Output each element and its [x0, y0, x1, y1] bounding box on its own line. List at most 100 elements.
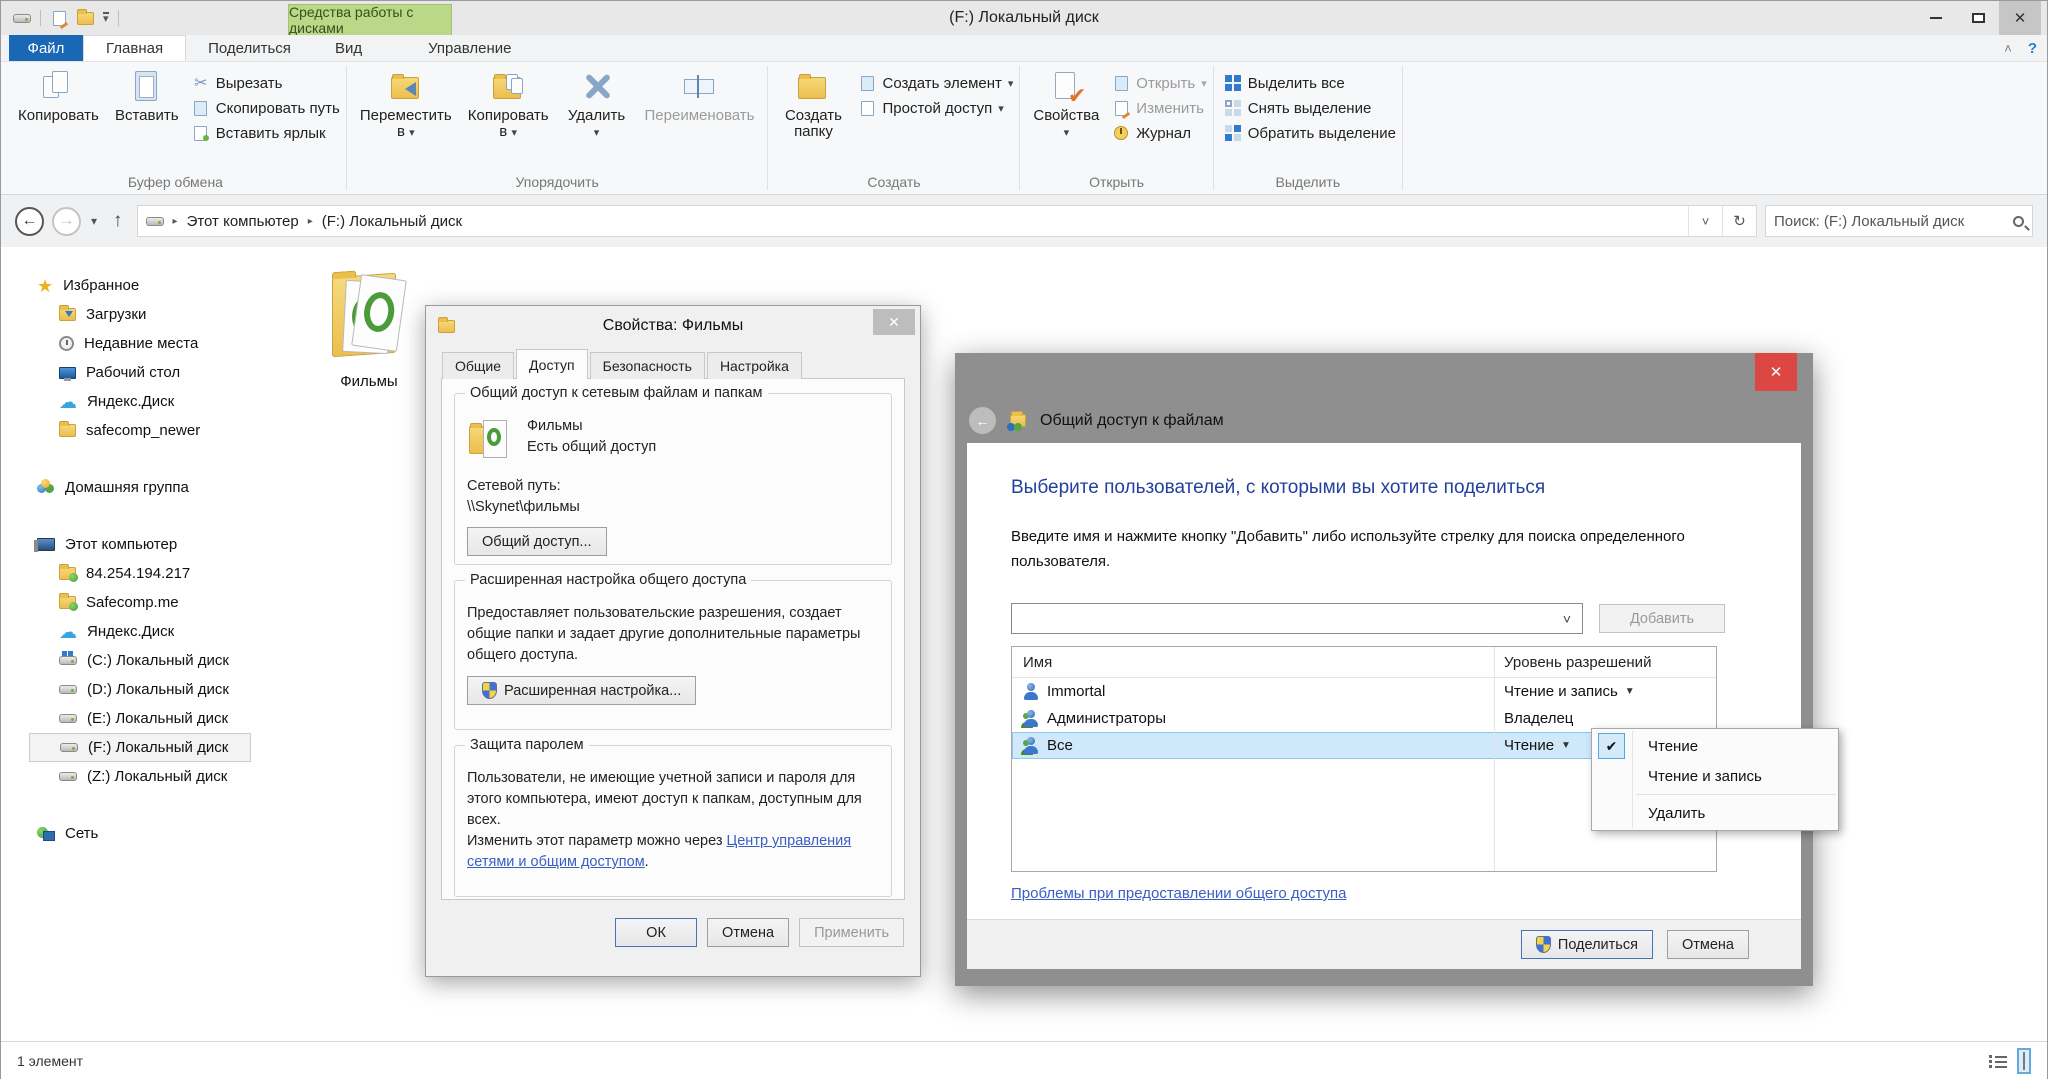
- minimize-button[interactable]: [1915, 1, 1957, 35]
- sidebar-item-downloads[interactable]: Загрузки: [1, 300, 259, 329]
- titlebar: ▾ Средства работы с дисками (F:) Локальн…: [1, 1, 2047, 35]
- easy-access-button[interactable]: Простой доступ ▾: [858, 97, 1013, 119]
- copy-button[interactable]: Копировать: [11, 64, 106, 124]
- select-none-button[interactable]: Снять выделение: [1224, 97, 1396, 119]
- permission-dropdown-icon[interactable]: ▼: [1561, 740, 1571, 751]
- details-view-icon[interactable]: [1989, 1054, 2007, 1068]
- ribbon-group-select: Выделить все Снять выделение Обратить вы…: [1214, 62, 1402, 194]
- sidebar-item-desktop[interactable]: Рабочий стол: [1, 358, 259, 387]
- tab-customize[interactable]: Настройка: [707, 352, 802, 379]
- rename-button[interactable]: Переименовать: [638, 64, 762, 124]
- share-button[interactable]: Общий доступ...: [467, 527, 607, 556]
- open-button[interactable]: Открыть ▾: [1112, 72, 1206, 94]
- address-dropdown-icon[interactable]: ˅: [1688, 206, 1722, 236]
- apply-button[interactable]: Применить: [799, 918, 904, 947]
- tab-home[interactable]: Главная: [83, 35, 186, 61]
- search-input[interactable]: [1774, 213, 2013, 230]
- sidebar-item-ip-84-254-194-217[interactable]: 84.254.194.217: [1, 559, 259, 588]
- sidebar-item-network[interactable]: Сеть: [1, 819, 259, 848]
- edit-button[interactable]: Изменить: [1112, 97, 1206, 119]
- change-setting-prefix: Изменить этот параметр можно через: [467, 833, 727, 849]
- cancel-button[interactable]: Отмена: [707, 918, 789, 947]
- sharing-close-button[interactable]: ✕: [1755, 353, 1797, 391]
- sidebar-item-this-pc[interactable]: Этот компьютер: [1, 530, 259, 559]
- sidebar-item-safecomp-me[interactable]: Safecomp.me: [1, 588, 259, 617]
- sharing-cancel-button[interactable]: Отмена: [1667, 930, 1749, 959]
- back-icon[interactable]: ←: [969, 407, 996, 434]
- column-name: Имя: [1012, 654, 1494, 671]
- copy-to-button[interactable]: Копировать в ▾: [461, 64, 556, 141]
- tab-share[interactable]: Поделиться: [186, 35, 313, 61]
- recent-pages-icon[interactable]: ▾: [91, 214, 97, 228]
- ok-button[interactable]: ОК: [615, 918, 697, 947]
- add-button[interactable]: Добавить: [1599, 604, 1725, 633]
- drive-icon: [59, 772, 77, 781]
- combobox-dropdown-icon[interactable]: ˅: [1552, 604, 1582, 633]
- properties-qat-icon[interactable]: [50, 9, 68, 27]
- forward-button[interactable]: →: [52, 207, 81, 236]
- user-combobox-input[interactable]: [1012, 604, 1552, 633]
- close-button[interactable]: ✕: [1999, 1, 2041, 35]
- file-sharing-icon: [1007, 411, 1029, 431]
- menu-item-remove[interactable]: Удалить: [1592, 798, 1838, 828]
- tab-sharing[interactable]: Доступ: [516, 349, 588, 379]
- movies-folder-icon: [326, 265, 412, 369]
- password-protection-text: Пользователи, не имеющие учетной записи …: [467, 770, 862, 828]
- tab-manage[interactable]: Управление: [406, 35, 533, 61]
- copy-to-icon: [490, 69, 526, 103]
- qat-customize-icon[interactable]: ▾: [103, 12, 109, 24]
- permission-dropdown-icon[interactable]: ▼: [1625, 686, 1635, 697]
- cut-button[interactable]: ✂ Вырезать: [192, 72, 340, 94]
- menu-item-read-write[interactable]: Чтение и запись: [1592, 761, 1838, 791]
- table-row-immortal[interactable]: Immortal Чтение и запись▼: [1012, 678, 1716, 705]
- breadcrumb-local-disk-f[interactable]: (F:) Локальный диск: [322, 213, 462, 230]
- up-button[interactable]: ↑: [113, 210, 123, 232]
- new-folder-button[interactable]: Создать папку: [774, 64, 852, 139]
- sidebar-item-disk-d[interactable]: (D:) Локальный диск: [1, 675, 259, 704]
- tab-file[interactable]: Файл: [9, 35, 83, 61]
- thumbnails-view-button[interactable]: [2017, 1048, 2031, 1074]
- properties-button[interactable]: ✔ Свойства ▾: [1026, 64, 1106, 141]
- tab-security[interactable]: Безопасность: [590, 352, 705, 379]
- collapse-ribbon-icon[interactable]: ˄: [2004, 41, 2012, 56]
- paste-shortcut-button[interactable]: Вставить ярлык: [192, 122, 340, 144]
- folder-item-films[interactable]: Фильмы: [299, 265, 439, 390]
- select-none-icon: [1224, 99, 1242, 117]
- history-button[interactable]: Журнал: [1112, 122, 1206, 144]
- folder-icon: [59, 424, 76, 437]
- movies-folder-mini-icon: [467, 416, 513, 464]
- advanced-sharing-button[interactable]: Расширенная настройка...: [467, 676, 696, 705]
- help-icon[interactable]: ?: [2028, 40, 2037, 57]
- copy-path-button[interactable]: Скопировать путь: [192, 97, 340, 119]
- search-icon[interactable]: [2013, 216, 2024, 227]
- address-bar[interactable]: ▸ Этот компьютер ▸ (F:) Локальный диск ˅…: [137, 205, 1757, 237]
- tab-general[interactable]: Общие: [442, 352, 514, 379]
- maximize-button[interactable]: [1957, 1, 1999, 35]
- sidebar-item-homegroup[interactable]: Домашняя группа: [1, 473, 259, 502]
- sidebar-item-disk-f[interactable]: (F:) Локальный диск: [29, 733, 251, 762]
- share-confirm-button[interactable]: Поделиться: [1521, 930, 1653, 959]
- sidebar-item-recent-places[interactable]: Недавние места: [1, 329, 259, 358]
- sidebar-item-disk-z[interactable]: (Z:) Локальный диск: [1, 762, 259, 791]
- new-item-button[interactable]: Создать элемент ▾: [858, 72, 1013, 94]
- invert-selection-button[interactable]: Обратить выделение: [1224, 122, 1396, 144]
- properties-close-button[interactable]: ✕: [873, 309, 915, 335]
- move-to-button[interactable]: Переместить в ▾: [353, 64, 459, 141]
- sharing-tab-page: Общий доступ к сетевым файлам и папкам Ф…: [441, 378, 905, 900]
- sidebar-item-yandex-disk[interactable]: ☁Яндекс.Диск: [1, 387, 259, 416]
- sidebar-item-favorites[interactable]: ★Избранное: [1, 271, 259, 300]
- refresh-icon[interactable]: ↻: [1722, 206, 1756, 236]
- tab-view[interactable]: Вид: [313, 35, 384, 61]
- select-all-button[interactable]: Выделить все: [1224, 72, 1396, 94]
- sidebar-item-disk-c[interactable]: (C:) Локальный диск: [1, 646, 259, 675]
- sidebar-item-disk-e[interactable]: (E:) Локальный диск: [1, 704, 259, 733]
- back-button[interactable]: ←: [15, 207, 44, 236]
- paste-button[interactable]: Вставить: [108, 64, 186, 124]
- delete-button[interactable]: Удалить ▾: [558, 64, 636, 141]
- sidebar-item-yandex-disk-2[interactable]: ☁Яндекс.Диск: [1, 617, 259, 646]
- menu-item-read[interactable]: ✔ Чтение: [1592, 731, 1838, 761]
- folder-qat-icon[interactable]: [77, 12, 94, 25]
- sharing-problems-link[interactable]: Проблемы при предоставлении общего досту…: [1011, 885, 1347, 902]
- breadcrumb-this-pc[interactable]: Этот компьютер: [187, 213, 299, 230]
- sidebar-item-safecomp-newer[interactable]: safecomp_newer: [1, 416, 259, 445]
